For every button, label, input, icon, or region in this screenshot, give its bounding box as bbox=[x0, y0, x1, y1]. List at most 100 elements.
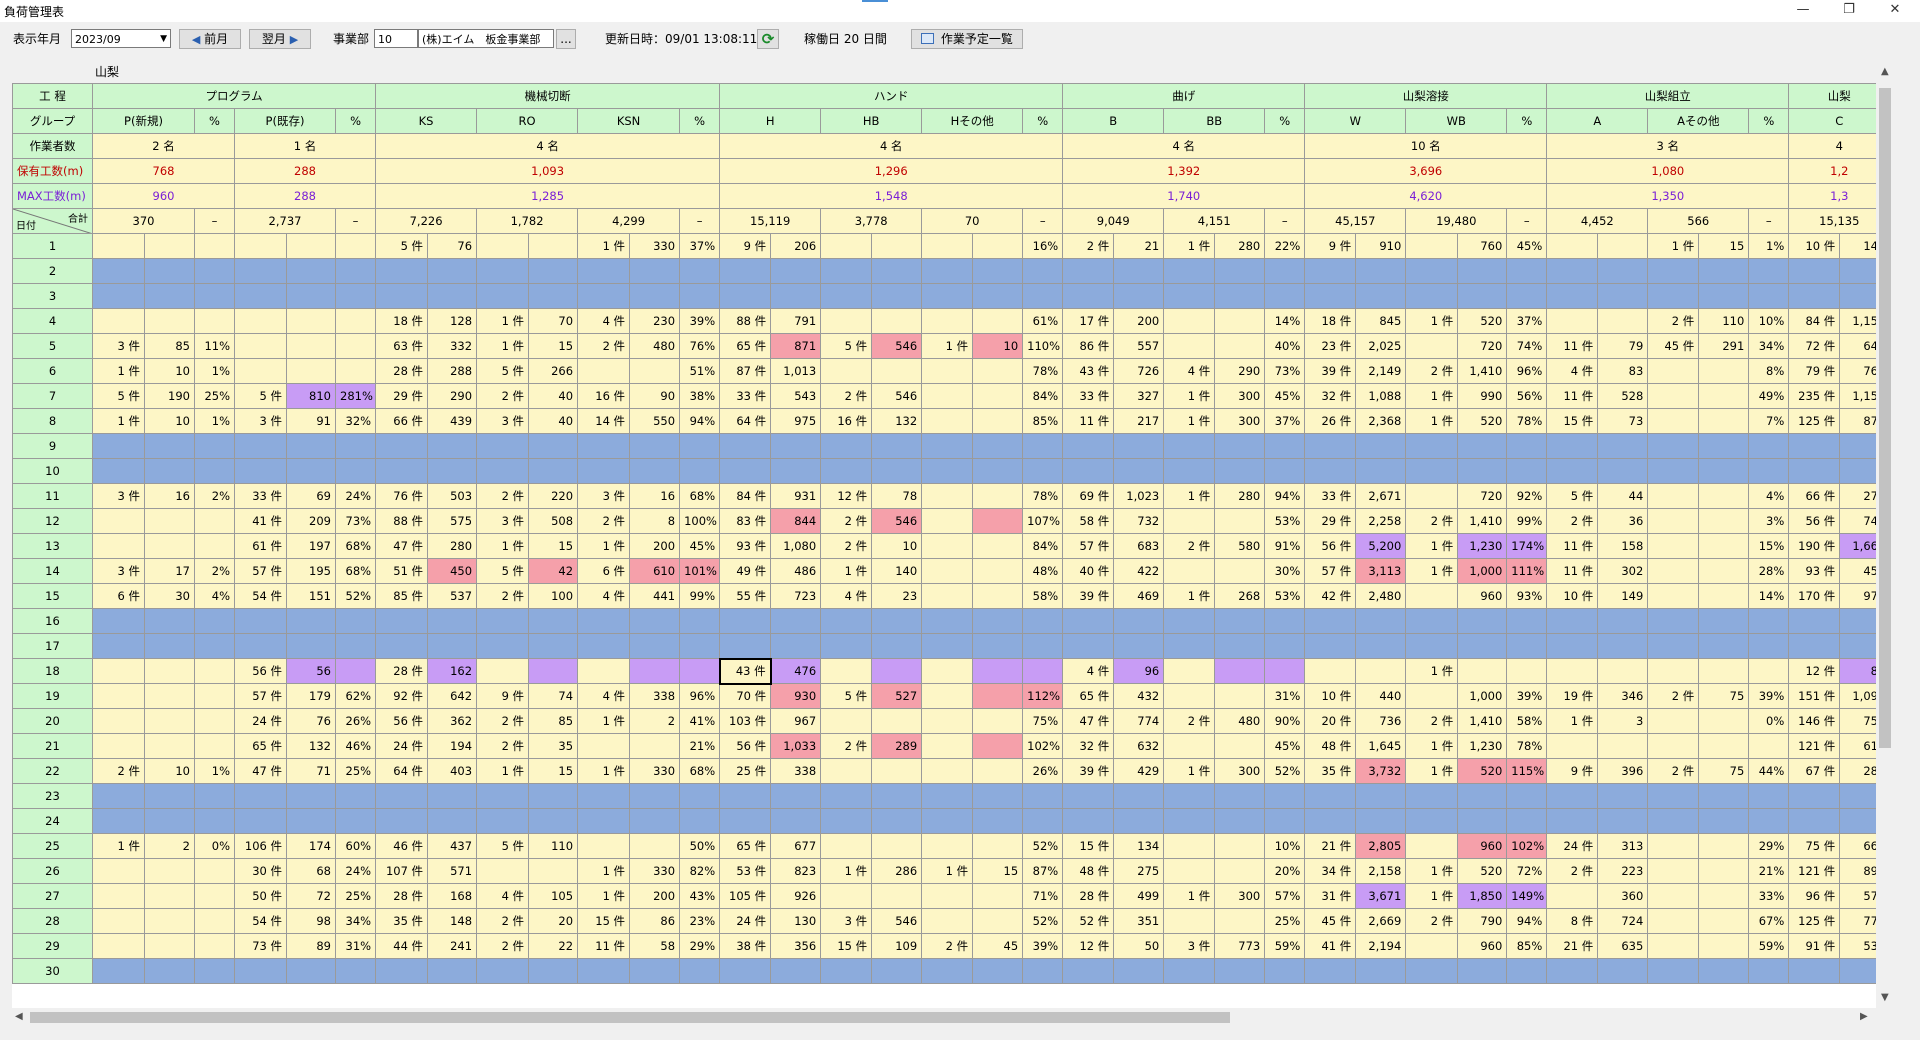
grid-cell[interactable]: 52% bbox=[1264, 758, 1306, 784]
grid-cell[interactable]: 21% bbox=[679, 733, 721, 759]
grid-cell[interactable] bbox=[972, 433, 1024, 459]
grid-cell[interactable] bbox=[1355, 258, 1407, 284]
grid-cell[interactable]: 1 件 bbox=[577, 758, 631, 784]
grid-cell[interactable] bbox=[972, 708, 1024, 734]
horizontal-scrollbar[interactable]: ◀ ▶ bbox=[12, 1008, 1876, 1026]
grid-cell[interactable] bbox=[1163, 958, 1216, 984]
grid-cell[interactable]: 53 件 bbox=[719, 858, 772, 884]
grid-cell[interactable]: 44% bbox=[1748, 758, 1790, 784]
grid-cell[interactable]: 1,850 bbox=[1457, 883, 1508, 909]
grid-cell[interactable]: 12 件 bbox=[1062, 933, 1115, 959]
grid-cell[interactable] bbox=[92, 683, 145, 709]
grid-cell[interactable] bbox=[1546, 808, 1599, 834]
vertical-scrollbar[interactable]: ▲ ▼ bbox=[1876, 62, 1894, 1008]
grid-cell[interactable]: 300 bbox=[1214, 383, 1266, 409]
grid-cell[interactable] bbox=[1698, 283, 1750, 309]
grid-cell[interactable]: 121 件 bbox=[1788, 858, 1841, 884]
grid-cell[interactable] bbox=[1022, 658, 1064, 684]
grid-cell[interactable] bbox=[629, 358, 681, 384]
grid-cell[interactable] bbox=[334, 633, 377, 659]
grid-cell[interactable] bbox=[679, 283, 721, 309]
grid-cell[interactable]: 12 件 bbox=[1788, 658, 1841, 684]
grid-cell[interactable] bbox=[679, 783, 721, 809]
grid-cell[interactable]: 1 件 bbox=[1163, 233, 1216, 259]
grid-cell[interactable] bbox=[234, 808, 287, 834]
grid-cell[interactable]: 773 bbox=[1214, 933, 1266, 959]
grid-cell[interactable] bbox=[476, 433, 530, 459]
grid-cell[interactable] bbox=[334, 308, 377, 334]
grid-cell[interactable] bbox=[1113, 808, 1165, 834]
grid-cell[interactable] bbox=[1457, 808, 1508, 834]
grid-cell[interactable] bbox=[476, 808, 530, 834]
grid-cell[interactable] bbox=[972, 808, 1024, 834]
grid-cell[interactable] bbox=[194, 433, 235, 459]
grid-cell[interactable]: 1 件 bbox=[921, 333, 974, 359]
grid-cell[interactable]: 16% bbox=[1022, 233, 1064, 259]
grid-cell[interactable]: 10 bbox=[972, 333, 1024, 359]
grid-cell[interactable] bbox=[972, 358, 1024, 384]
grid-cell[interactable] bbox=[1788, 258, 1841, 284]
grid-cell[interactable]: 85% bbox=[1506, 933, 1548, 959]
grid-cell[interactable]: 899 bbox=[1839, 858, 1876, 884]
grid-cell[interactable]: 57 件 bbox=[1304, 558, 1357, 584]
grid-cell[interactable] bbox=[820, 633, 873, 659]
grid-cell[interactable]: 1,669 bbox=[1839, 533, 1876, 559]
grid-cell[interactable]: 5 件 bbox=[92, 383, 145, 409]
grid-cell[interactable] bbox=[1597, 633, 1649, 659]
grid-cell[interactable] bbox=[972, 608, 1024, 634]
grid-cell[interactable] bbox=[629, 608, 681, 634]
grid-cell[interactable] bbox=[1163, 458, 1216, 484]
grid-cell[interactable]: 422 bbox=[1113, 558, 1165, 584]
grid-cell[interactable] bbox=[629, 258, 681, 284]
grid-cell[interactable]: 26% bbox=[334, 708, 377, 734]
grid-cell[interactable]: 59% bbox=[1264, 933, 1306, 959]
grid-cell[interactable] bbox=[1457, 783, 1508, 809]
grid-cell[interactable] bbox=[629, 833, 681, 859]
grid-cell[interactable]: 774 bbox=[1113, 708, 1165, 734]
grid-cell[interactable] bbox=[1113, 783, 1165, 809]
grid-cell[interactable]: 724 bbox=[1597, 908, 1649, 934]
grid-cell[interactable]: 14 件 bbox=[577, 408, 631, 434]
grid-cell[interactable] bbox=[1022, 633, 1064, 659]
grid-cell[interactable]: 200 bbox=[629, 883, 681, 909]
grid-cell[interactable] bbox=[375, 458, 429, 484]
grid-cell[interactable]: 34% bbox=[334, 908, 377, 934]
grid-cell[interactable] bbox=[1647, 908, 1700, 934]
grid-cell[interactable]: 21 件 bbox=[1304, 833, 1357, 859]
grid-cell[interactable] bbox=[1304, 258, 1357, 284]
grid-cell[interactable]: 313 bbox=[1597, 833, 1649, 859]
grid-cell[interactable]: 50 件 bbox=[234, 883, 287, 909]
grid-cell[interactable]: 2 件 bbox=[476, 383, 530, 409]
grid-cell[interactable] bbox=[1839, 283, 1876, 309]
grid-cell[interactable]: 4% bbox=[194, 583, 235, 609]
grid-cell[interactable]: 450 bbox=[427, 558, 478, 584]
grid-cell[interactable] bbox=[92, 508, 145, 534]
grid-cell[interactable]: 56 bbox=[286, 658, 336, 684]
grid-cell[interactable] bbox=[1405, 808, 1459, 834]
grid-cell[interactable] bbox=[921, 958, 974, 984]
grid-cell[interactable] bbox=[820, 283, 873, 309]
grid-cell[interactable] bbox=[679, 633, 721, 659]
grid-cell[interactable] bbox=[871, 458, 923, 484]
grid-cell[interactable] bbox=[1457, 458, 1508, 484]
grid-cell[interactable] bbox=[871, 358, 923, 384]
grid-cell[interactable]: 91% bbox=[1264, 533, 1306, 559]
grid-cell[interactable]: 64 件 bbox=[375, 758, 429, 784]
grid-cell[interactable]: 11 件 bbox=[1546, 533, 1599, 559]
grid-cell[interactable] bbox=[921, 358, 974, 384]
grid-cell[interactable] bbox=[770, 783, 822, 809]
grid-cell[interactable] bbox=[972, 758, 1024, 784]
grid-cell[interactable]: 2 件 bbox=[820, 508, 873, 534]
grid-cell[interactable]: 3% bbox=[1748, 508, 1790, 534]
grid-cell[interactable] bbox=[1214, 833, 1266, 859]
grid-cell[interactable] bbox=[1405, 608, 1459, 634]
grid-cell[interactable]: 85 bbox=[144, 333, 195, 359]
grid-cell[interactable]: 1 件 bbox=[1405, 658, 1459, 684]
grid-cell[interactable]: 277 bbox=[1839, 483, 1876, 509]
grid-cell[interactable] bbox=[1597, 233, 1649, 259]
grid-cell[interactable] bbox=[871, 783, 923, 809]
grid-cell[interactable] bbox=[921, 433, 974, 459]
grid-cell[interactable]: 1,023 bbox=[1113, 483, 1165, 509]
grid-cell[interactable] bbox=[1698, 708, 1750, 734]
grid-cell[interactable] bbox=[871, 633, 923, 659]
